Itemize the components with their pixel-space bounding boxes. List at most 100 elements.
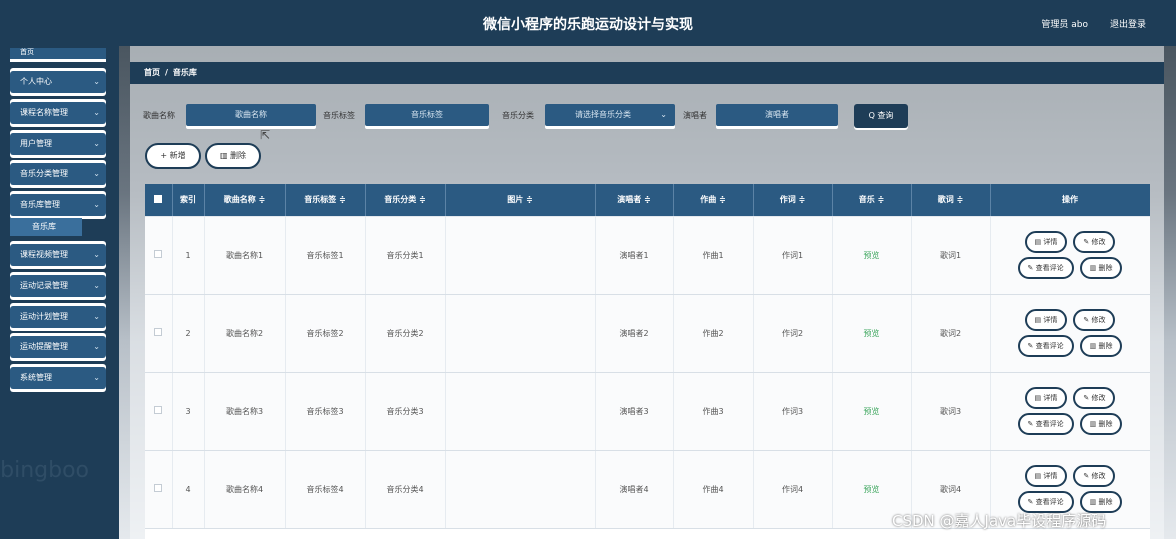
sidebar-item-music-library[interactable]: 音乐库管理 ⌄ <box>10 194 106 216</box>
sidebar-item-home[interactable]: 首页 <box>10 48 106 59</box>
sidebar-item-profile[interactable]: 个人中心 ⌄ <box>10 71 106 93</box>
singer-input[interactable]: 演唱者 <box>716 104 838 126</box>
sidebar-item-system[interactable]: 系统管理 ⌄ <box>10 367 106 389</box>
cell-music: 预览 <box>832 294 912 373</box>
cell-music-tag: 音乐标签1 <box>285 216 366 295</box>
row-checkbox[interactable] <box>154 484 163 492</box>
column-header[interactable]: 歌曲名称 ≑ <box>204 184 286 217</box>
logout-link[interactable]: 退出登录 <box>1110 17 1146 30</box>
sidebar-item-course-names[interactable]: 课程名称管理 ⌄ <box>10 102 106 124</box>
search-button[interactable]: Q 查询 <box>854 104 908 128</box>
select-all-cell <box>145 184 173 217</box>
table-header-row: 索引 歌曲名称 ≑ 音乐标签 ≑ 音乐分类 ≑ 图片 ≑ 演唱者 ≑ 作曲 ≑ … <box>145 184 1150 217</box>
detail-button[interactable]: ▤ 详情 <box>1024 387 1068 409</box>
table-row: 1 歌曲名称1 音乐标签1 音乐分类1 演唱者1 作曲1 作词1 预览 歌词1 … <box>145 216 1150 295</box>
cell-composer: 作曲2 <box>673 294 754 373</box>
view-comments-button[interactable]: ✎ 查看评论 <box>1017 413 1074 435</box>
column-header[interactable]: 音乐 ≑ <box>832 184 912 217</box>
breadcrumb-home[interactable]: 首页 <box>144 68 160 77</box>
cell-image <box>445 450 596 529</box>
sidebar-item-users[interactable]: 用户管理 ⌄ <box>10 133 106 155</box>
row-select-cell <box>145 372 173 451</box>
sidebar: 首页 个人中心 ⌄ 课程名称管理 ⌄ 用户管理 ⌄ 音乐分类管理 ⌄ 音乐库管理 ⌄ 音乐… <box>0 46 119 539</box>
row-checkbox[interactable] <box>154 328 163 336</box>
chevron-down-icon: ⌄ <box>93 281 100 290</box>
music-tag-label: 音乐标签 <box>323 111 355 120</box>
edit-button[interactable]: ✎ 修改 <box>1073 309 1116 331</box>
music-tag-input[interactable]: 音乐标签 <box>365 104 489 126</box>
sidebar-watermark: jbingboo <box>0 458 89 483</box>
delete-button[interactable]: ▥ 删除 <box>1079 413 1123 435</box>
batch-delete-button[interactable]: ▥ 删除 <box>205 143 261 169</box>
cell-singer: 演唱者1 <box>595 216 674 295</box>
cell-index: 1 <box>172 216 205 295</box>
delete-button[interactable]: ▥ 删除 <box>1079 335 1123 357</box>
music-preview-link[interactable]: 预览 <box>864 485 880 494</box>
cell-lyrics: 歌词1 <box>911 216 991 295</box>
chevron-down-icon: ⌄ <box>93 77 100 86</box>
batch-delete-label: 删除 <box>230 151 247 160</box>
column-header[interactable]: 音乐标签 ≑ <box>285 184 366 217</box>
view-comments-button[interactable]: ✎ 查看评论 <box>1017 257 1074 279</box>
cell-image <box>445 216 596 295</box>
add-button[interactable]: + 新增 <box>145 143 201 169</box>
cell-composer: 作曲4 <box>673 450 754 529</box>
row-checkbox[interactable] <box>154 250 163 258</box>
song-name-input[interactable]: 歌曲名称 <box>186 104 316 126</box>
sidebar-item-exercise-plans[interactable]: 运动计划管理 ⌄ <box>10 306 106 328</box>
breadcrumb: 首页 / 音乐库 <box>130 62 1164 84</box>
delete-button[interactable]: ▥ 删除 <box>1079 257 1123 279</box>
detail-button[interactable]: ▤ 详情 <box>1024 231 1068 253</box>
top-bar: 微信小程序的乐跑运动设计与实现 管理员 abo 退出登录 <box>0 0 1176 46</box>
sidebar-item-music-categories[interactable]: 音乐分类管理 ⌄ <box>10 163 106 185</box>
cell-music-category: 音乐分类2 <box>365 294 446 373</box>
cell-composer: 作曲3 <box>673 372 754 451</box>
cell-lyricist: 作词2 <box>753 294 833 373</box>
column-header[interactable]: 作词 ≑ <box>753 184 833 217</box>
column-header[interactable]: 歌词 ≑ <box>911 184 991 217</box>
music-category-placeholder: 请选择音乐分类 <box>575 110 631 119</box>
music-table: 索引 歌曲名称 ≑ 音乐标签 ≑ 音乐分类 ≑ 图片 ≑ 演唱者 ≑ 作曲 ≑ … <box>145 184 1150 539</box>
column-header[interactable]: 图片 ≑ <box>445 184 596 217</box>
chevron-down-icon: ⌄ <box>93 312 100 321</box>
mouse-cursor-icon: ⇱ <box>260 128 271 142</box>
cell-image <box>445 372 596 451</box>
app-title: 微信小程序的乐跑运动设计与实现 <box>483 17 693 33</box>
cell-singer: 演唱者3 <box>595 372 674 451</box>
select-all-checkbox[interactable] <box>154 194 163 203</box>
edit-button[interactable]: ✎ 修改 <box>1073 465 1116 487</box>
sidebar-item-label: 音乐库管理 <box>20 200 60 209</box>
detail-button[interactable]: ▤ 详情 <box>1024 309 1068 331</box>
chevron-down-icon: ⌄ <box>93 108 100 117</box>
column-header[interactable]: 演唱者 ≑ <box>595 184 674 217</box>
cell-lyricist: 作词3 <box>753 372 833 451</box>
breadcrumb-separator: / <box>165 68 168 77</box>
chevron-down-icon: ⌄ <box>93 342 100 351</box>
cell-lyrics: 歌词2 <box>911 294 991 373</box>
edit-button[interactable]: ✎ 修改 <box>1073 387 1116 409</box>
column-header[interactable]: 音乐分类 ≑ <box>365 184 446 217</box>
cell-song-name: 歌曲名称1 <box>204 216 286 295</box>
music-preview-link[interactable]: 预览 <box>864 329 880 338</box>
music-category-label: 音乐分类 <box>502 111 534 120</box>
chevron-down-icon: ⌄ <box>93 169 100 178</box>
cell-actions: ▤ 详情 ✎ 修改 ✎ 查看评论 ▥ 删除 <box>990 294 1150 373</box>
detail-button[interactable]: ▤ 详情 <box>1024 465 1068 487</box>
sidebar-item-exercise-reminders[interactable]: 运动提醒管理 ⌄ <box>10 336 106 358</box>
column-header[interactable]: 作曲 ≑ <box>673 184 754 217</box>
view-comments-button[interactable]: ✎ 查看评论 <box>1017 335 1074 357</box>
music-preview-link[interactable]: 预览 <box>864 407 880 416</box>
current-user: 管理员 abo <box>1041 20 1088 30</box>
sidebar-item-exercise-records[interactable]: 运动记录管理 ⌄ <box>10 275 106 297</box>
sidebar-item-label: 系统管理 <box>20 373 52 382</box>
music-preview-link[interactable]: 预览 <box>864 251 880 260</box>
sidebar-item-label: 运动计划管理 <box>20 312 68 321</box>
cell-index: 4 <box>172 450 205 529</box>
sidebar-subitem-music-library[interactable]: 音乐库 <box>10 218 82 236</box>
edit-button[interactable]: ✎ 修改 <box>1073 231 1116 253</box>
sidebar-item-course-videos[interactable]: 课程视频管理 ⌄ <box>10 244 106 266</box>
music-category-select[interactable]: 请选择音乐分类 ⌄ <box>545 104 675 126</box>
cell-composer: 作曲1 <box>673 216 754 295</box>
cell-index: 3 <box>172 372 205 451</box>
row-checkbox[interactable] <box>154 406 163 414</box>
